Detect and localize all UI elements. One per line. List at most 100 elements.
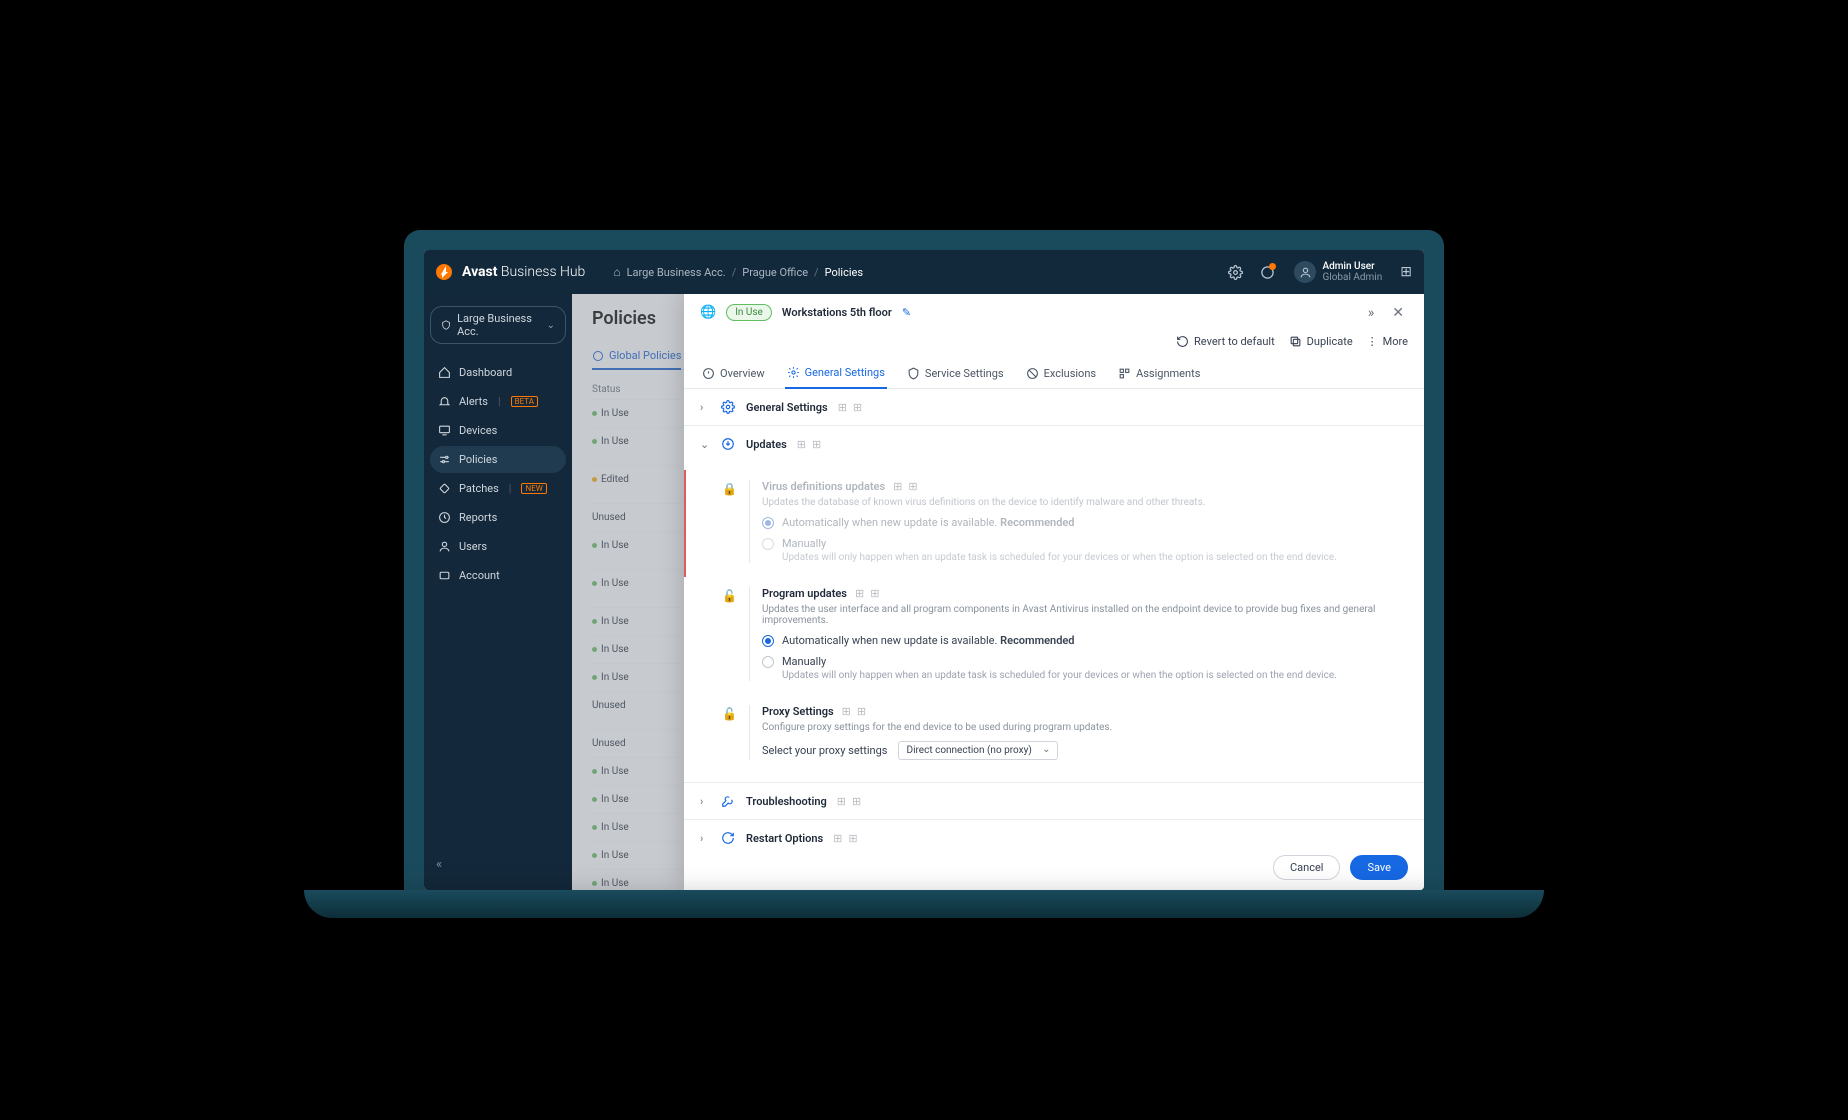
revert-to-default-button[interactable]: Revert to default [1176,335,1275,348]
os-icon: ⊞ [812,438,821,451]
account-selector[interactable]: Large Business Acc. ⌄ [430,306,566,344]
status-cell: In Use [592,578,647,589]
status-cell: In Use [592,822,647,833]
settings-icon[interactable] [1224,261,1246,283]
more-icon: ⋮ [1367,335,1378,348]
sidebar-item-label: Users [459,540,487,553]
setting-description: Updates the database of known virus defi… [762,497,1408,508]
user-menu[interactable]: Admin User Global Admin [1294,261,1382,283]
close-icon[interactable]: ✕ [1388,305,1408,321]
sidebar-item-devices[interactable]: Devices [430,417,566,444]
status-dot-icon [592,647,597,652]
subtab-global-policies[interactable]: Global Policies [592,343,681,370]
status-cell: Edited [592,474,647,485]
status-dot-icon [592,881,597,886]
tab-assignments[interactable]: Assignments [1116,358,1202,388]
tab-general-settings[interactable]: General Settings [785,358,887,389]
brand-text: Avast Business Hub [462,264,585,280]
col-header-status: Status [592,384,647,395]
expand-icon[interactable]: » [1364,305,1379,321]
notification-dot-icon [1269,263,1276,270]
sidebar-item-alerts[interactable]: Alerts | BETA [430,388,566,415]
panel-title: Workstations 5th floor [782,306,892,319]
breadcrumb-office[interactable]: Prague Office [742,266,808,279]
radio-label: Manually [782,655,1337,668]
breadcrumb-policies[interactable]: Policies [825,266,863,279]
status-cell: In Use [592,436,647,447]
tab-exclusions[interactable]: Exclusions [1024,358,1098,388]
user-name: Admin User [1322,261,1382,272]
tab-service-settings[interactable]: Service Settings [905,358,1006,388]
lock-icon[interactable]: 🔓 [722,707,737,760]
os-icon: ⊞ [833,832,842,845]
radio-help: Updates will only happen when an update … [782,552,1337,563]
tab-overview[interactable]: Overview [700,358,767,388]
tab-label: Overview [720,367,765,380]
chevron-down-icon: ⌄ [700,438,710,451]
edit-icon[interactable]: ✎ [902,306,911,319]
status-dot-icon [592,825,597,830]
os-icon: ⊞ [837,795,846,808]
setting-title: Virus definitions updates [762,480,885,493]
section-general-settings[interactable]: › General Settings ⊞⊞ [684,389,1424,426]
clock-icon [438,511,451,524]
status-dot-icon [592,619,597,624]
status-cell: Unused [592,512,647,523]
sidebar-item-label: Account [459,569,500,582]
radio-manual: Manually Updates will only happen when a… [762,537,1408,563]
status-dot-icon [592,675,597,680]
status-cell: Unused [592,738,647,749]
more-button[interactable]: ⋮ More [1367,335,1408,348]
brand-logo-icon [436,264,452,280]
dashboard-icon [438,366,451,379]
notification-icon[interactable] [1256,261,1278,283]
topbar: Avast Business Hub ⌂ Large Business Acc.… [424,250,1424,294]
lock-icon[interactable]: 🔒 [722,482,737,563]
lock-icon[interactable]: 🔓 [722,589,737,681]
status-pill: In Use [726,304,772,321]
os-icon: ⊞ [797,438,806,451]
sidebar-item-policies[interactable]: Policies [430,446,566,473]
proxy-select[interactable]: Direct connection (no proxy) [898,741,1058,760]
setting-description: Updates the user interface and all progr… [762,604,1408,626]
radio-label: Manually [782,537,1337,550]
radio-manual[interactable]: Manually Updates will only happen when a… [762,655,1408,681]
radio-auto: Automatically when new update is availab… [762,516,1408,529]
sidebar-collapse-button[interactable]: « [430,851,566,878]
chevron-right-icon: › [700,401,710,414]
setting-title: Program updates [762,587,847,600]
bell-icon [438,395,451,408]
section-title: Troubleshooting [746,795,827,808]
breadcrumb-account[interactable]: Large Business Acc. [627,266,726,279]
status-dot-icon [592,543,597,548]
app-switcher-icon[interactable]: ⊞ [1400,264,1412,280]
status-cell: In Use [592,540,647,551]
status-dot-icon [592,581,597,586]
save-button[interactable]: Save [1350,855,1408,880]
sidebar-item-users[interactable]: Users [430,533,566,560]
duplicate-button[interactable]: Duplicate [1289,335,1353,348]
sidebar-item-reports[interactable]: Reports [430,504,566,531]
radio-help: Updates will only happen when an update … [782,670,1337,681]
tab-label: General Settings [805,366,885,379]
radio-auto[interactable]: Automatically when new update is availab… [762,634,1408,647]
radio-icon [762,538,774,550]
status-cell: In Use [592,878,647,889]
gear-icon [720,399,736,415]
section-updates[interactable]: ⌄ Updates ⊞⊞ [684,426,1424,462]
sidebar-item-patches[interactable]: Patches | NEW [430,475,566,502]
os-icon: ⊞ [848,832,857,845]
sidebar-item-dashboard[interactable]: Dashboard [430,359,566,386]
os-icon: ⊞ [857,705,866,718]
recommended-label: Recommended [1000,516,1074,529]
tab-label: Exclusions [1044,367,1096,380]
sidebar-item-account[interactable]: Account [430,562,566,589]
section-restart-options[interactable]: › Restart Options ⊞⊞ [684,820,1424,845]
os-icon: ⊞ [842,705,851,718]
section-troubleshooting[interactable]: › Troubleshooting ⊞⊞ [684,782,1424,820]
os-icon: ⊞ [893,480,902,493]
action-label: More [1383,335,1408,348]
status-dot-icon [592,477,597,482]
radio-icon [762,517,774,529]
cancel-button[interactable]: Cancel [1273,855,1340,880]
